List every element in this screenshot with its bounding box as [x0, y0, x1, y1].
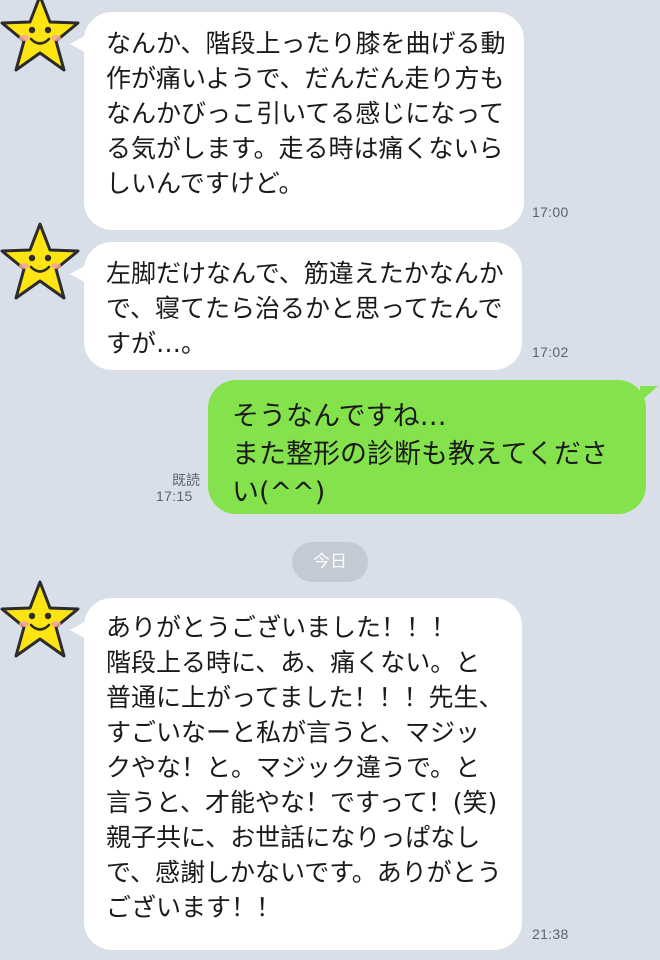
date-separator: 今日	[292, 542, 368, 582]
message-timestamp: 21:38	[532, 926, 569, 942]
incoming-message-bubble[interactable]: 左脚だけなんで、筋違えたかなんかで、寝てたら治るかと思ってたんですが…。	[70, 242, 522, 370]
smiling-star-avatar-icon[interactable]	[0, 220, 82, 304]
message-timestamp: 17:02	[532, 344, 569, 360]
incoming-message-bubble[interactable]: ありがとうございました！！！ 階段上る時に、あ、痛くない。と普通に上がってました…	[70, 598, 522, 950]
outgoing-message-bubble[interactable]: そうなんですね… また整形の診断も教えてください(^^)	[208, 380, 658, 514]
message-timestamp: 17:15	[156, 488, 193, 504]
read-receipt-label: 既読	[172, 473, 200, 489]
incoming-message-bubble[interactable]: なんか、階段上ったり膝を曲げる動作が痛いようで、だんだん走り方もなんかびっこ引い…	[70, 12, 524, 230]
message-timestamp: 17:00	[532, 204, 569, 220]
